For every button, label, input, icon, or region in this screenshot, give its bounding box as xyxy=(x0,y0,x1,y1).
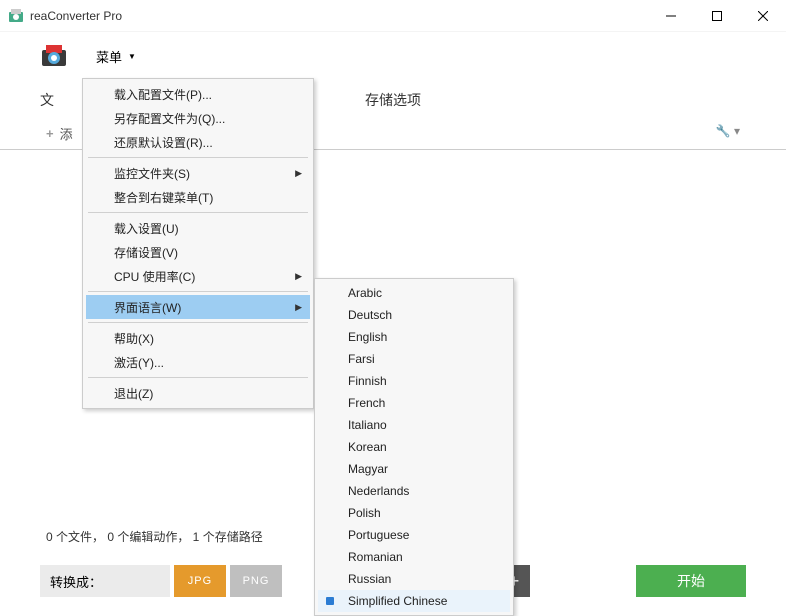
chevron-right-icon: ▶ xyxy=(295,271,302,282)
chevron-right-icon: ▶ xyxy=(295,302,302,313)
language-option[interactable]: Magyar xyxy=(318,458,510,480)
close-button[interactable] xyxy=(740,0,786,32)
minimize-button[interactable] xyxy=(648,0,694,32)
language-option[interactable]: Deutsch xyxy=(318,304,510,326)
status-text: 0 个文件， 0 个编辑动作， 1 个存储路径 xyxy=(46,528,263,545)
menu-activate[interactable]: 激活(Y)... xyxy=(86,350,310,374)
language-option[interactable]: Portuguese xyxy=(318,524,510,546)
maximize-button[interactable] xyxy=(694,0,740,32)
chevron-down-icon: ▼ xyxy=(128,52,136,61)
language-option[interactable]: French xyxy=(318,392,510,414)
menu-separator xyxy=(88,377,308,378)
menu-load-settings[interactable]: 载入设置(U) xyxy=(86,216,310,240)
menu-button[interactable]: 菜单 ▼ xyxy=(88,43,144,70)
menu-interface-language[interactable]: 界面语言(W)▶ xyxy=(86,295,310,319)
menu-button-label: 菜单 xyxy=(96,47,122,66)
tab-storage-options[interactable]: 存储选项 xyxy=(365,90,421,110)
menu-help[interactable]: 帮助(X) xyxy=(86,326,310,350)
menu-context-menu[interactable]: 整合到右键菜单(T) xyxy=(86,185,310,209)
app-icon xyxy=(8,8,24,24)
chevron-right-icon: ▶ xyxy=(295,168,302,179)
logo-icon xyxy=(40,42,68,70)
menu-separator xyxy=(88,322,308,323)
tab-files[interactable]: 文 xyxy=(40,90,54,110)
language-option[interactable]: Romanian xyxy=(318,546,510,568)
menu-separator xyxy=(88,291,308,292)
main-menu-dropdown: 载入配置文件(P)... 另存配置文件为(Q)... 还原默认设置(R)... … xyxy=(82,78,314,409)
format-png-button[interactable]: PNG xyxy=(230,565,282,597)
convert-to-label: 转换成： xyxy=(40,565,170,597)
window-title: reaConverter Pro xyxy=(30,9,648,23)
title-bar: reaConverter Pro xyxy=(0,0,786,32)
menu-load-profile[interactable]: 载入配置文件(P)... xyxy=(86,82,310,106)
language-option[interactable]: Korean xyxy=(318,436,510,458)
format-jpg-button[interactable]: JPG xyxy=(174,565,226,597)
menu-separator xyxy=(88,212,308,213)
language-option[interactable]: Finnish xyxy=(318,370,510,392)
menu-exit[interactable]: 退出(Z) xyxy=(86,381,310,405)
language-option[interactable]: Arabic xyxy=(318,282,510,304)
language-option[interactable]: Russian xyxy=(318,568,510,590)
add-files-label[interactable]: 添 xyxy=(60,124,73,143)
menu-cpu-usage[interactable]: CPU 使用率(C)▶ xyxy=(86,264,310,288)
language-option[interactable]: English xyxy=(318,326,510,348)
language-option[interactable]: Simplified Chinese xyxy=(318,590,510,612)
menu-separator xyxy=(88,157,308,158)
menu-save-settings[interactable]: 存储设置(V) xyxy=(86,240,310,264)
language-option[interactable]: Nederlands xyxy=(318,480,510,502)
menu-save-profile-as[interactable]: 另存配置文件为(Q)... xyxy=(86,106,310,130)
menu-watch-folders[interactable]: 监控文件夹(S)▶ xyxy=(86,161,310,185)
language-option[interactable]: Farsi xyxy=(318,348,510,370)
window-controls xyxy=(648,0,786,32)
language-option[interactable]: Italiano xyxy=(318,414,510,436)
start-button[interactable]: 开始 xyxy=(636,565,746,597)
plus-icon: + xyxy=(46,126,54,141)
menu-restore-defaults[interactable]: 还原默认设置(R)... xyxy=(86,130,310,154)
settings-wrench-button[interactable]: 🔧 ▾ xyxy=(716,124,740,138)
toolbar: 菜单 ▼ xyxy=(0,32,786,80)
language-submenu: ArabicDeutschEnglishFarsiFinnishFrenchIt… xyxy=(314,278,514,616)
language-option[interactable]: Polish xyxy=(318,502,510,524)
